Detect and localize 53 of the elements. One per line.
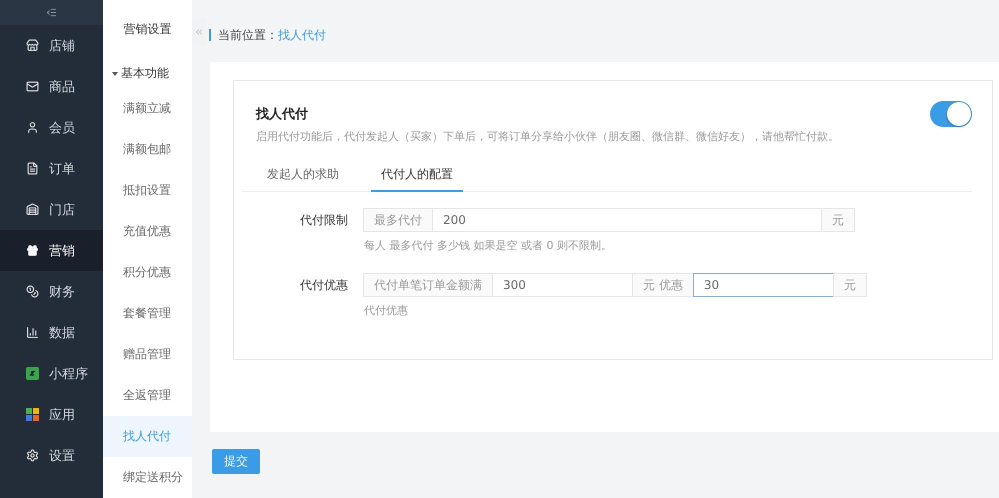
menu-icon[interactable] bbox=[46, 7, 57, 18]
field-label: 代付限制 bbox=[299, 212, 349, 229]
submenu-item[interactable]: 积分优惠 bbox=[103, 252, 192, 293]
nav-item[interactable]: 订单 bbox=[0, 148, 103, 189]
caret-icon bbox=[112, 72, 118, 76]
input-field[interactable]: 300 bbox=[492, 273, 633, 297]
nav-item[interactable]: 会员 bbox=[0, 107, 103, 148]
bar-chart-icon bbox=[26, 326, 39, 339]
nav-item[interactable]: 财务 bbox=[0, 271, 103, 312]
submenu-item[interactable]: 满额立减 bbox=[103, 88, 192, 129]
input-field[interactable]: 200 bbox=[432, 208, 822, 232]
nav-item[interactable]: 门店 bbox=[0, 189, 103, 230]
tab[interactable]: 代付人的配置 bbox=[371, 166, 463, 192]
submenu-item[interactable]: 套餐管理 bbox=[103, 293, 192, 334]
nav-item[interactable]: 店铺 bbox=[0, 25, 103, 66]
toggle-switch[interactable] bbox=[930, 101, 972, 127]
card-description: 启用代付功能后，代付发起人（买家）下单后，可将订单分享给小伙伴（朋友圈、微信群、微信好友），请他帮忙付款。 bbox=[256, 129, 840, 144]
help-text: 每人 最多代付 多少钱 如果是空 或者 0 则不限制。 bbox=[364, 238, 613, 253]
card-title: 找人代付 bbox=[256, 106, 308, 123]
submenu-group[interactable]: 基本功能 bbox=[103, 60, 192, 88]
submenu-item[interactable]: 抵扣设置 bbox=[103, 170, 192, 211]
input-field[interactable]: 30 bbox=[692, 273, 834, 297]
submenu-item[interactable]: 充值优惠 bbox=[103, 211, 192, 252]
submenu-title: 营销设置 bbox=[124, 20, 172, 38]
storefront-icon bbox=[26, 203, 39, 216]
help-text: 代付优惠 bbox=[364, 303, 409, 318]
input-addon: 元 bbox=[832, 273, 867, 297]
nav-item[interactable]: 小程序 bbox=[0, 353, 103, 394]
user-icon bbox=[26, 121, 39, 134]
coins-icon bbox=[26, 285, 39, 298]
envelope-icon bbox=[26, 80, 39, 93]
nav-item[interactable]: 数据 bbox=[0, 312, 103, 353]
submit-button[interactable]: 提交 bbox=[212, 449, 260, 474]
submenu-item[interactable]: 绑定送积分 bbox=[103, 457, 192, 498]
document-icon bbox=[26, 162, 39, 175]
input-addon: 最多代付 bbox=[363, 208, 433, 232]
input-addon: 代付单笔订单金额满 bbox=[363, 273, 493, 297]
settings-icon bbox=[26, 449, 39, 462]
submenu-item[interactable]: 全返管理 bbox=[103, 375, 192, 416]
nav-item[interactable]: 应用 bbox=[0, 394, 103, 435]
app-grid-icon bbox=[26, 408, 39, 421]
nav-item[interactable]: 营销 bbox=[0, 230, 103, 271]
submenu-item[interactable]: 满额包邮 bbox=[103, 129, 192, 170]
nav-item[interactable]: 设置 bbox=[0, 435, 103, 476]
input-addon: 元 bbox=[821, 208, 855, 232]
store-icon bbox=[26, 39, 39, 52]
gift-icon bbox=[26, 244, 39, 257]
tab[interactable]: 发起人的求助 bbox=[257, 166, 349, 192]
breadcrumb-label: 当前位置： bbox=[218, 26, 278, 44]
input-addon: 元 优惠 bbox=[632, 273, 694, 297]
submenu-item[interactable]: 赠品管理 bbox=[103, 334, 192, 375]
field-label: 代付优惠 bbox=[299, 277, 349, 294]
nav-item[interactable]: 商品 bbox=[0, 66, 103, 107]
